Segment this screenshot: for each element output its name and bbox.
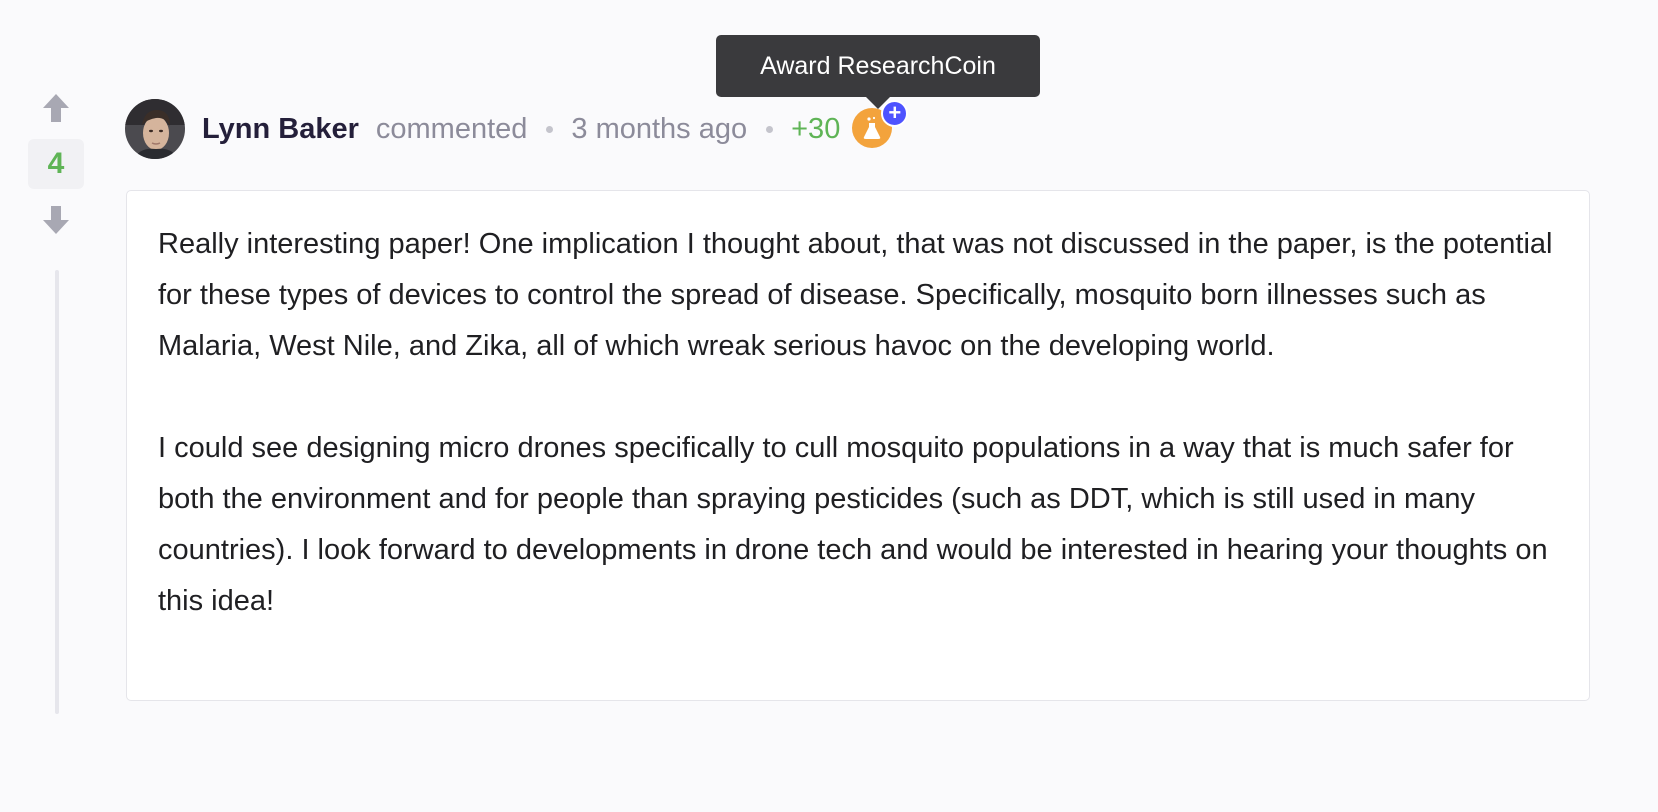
separator-dot bbox=[546, 125, 554, 133]
downvote-button[interactable] bbox=[28, 198, 84, 242]
separator-dot bbox=[766, 125, 774, 133]
upvote-button[interactable] bbox=[28, 86, 84, 130]
vote-widget: 4 bbox=[28, 86, 84, 242]
comment-action: commented bbox=[375, 112, 528, 145]
avatar-image bbox=[125, 99, 185, 159]
comment-paragraph: Really interesting paper! One implicatio… bbox=[158, 228, 1553, 362]
thread-line[interactable] bbox=[55, 270, 59, 714]
vote-count: 4 bbox=[28, 139, 84, 189]
award-researchcoin-button[interactable]: + bbox=[852, 100, 909, 150]
comment-paragraph: I could see designing micro drones speci… bbox=[158, 432, 1548, 617]
arrow-up-icon bbox=[43, 94, 69, 122]
award-tooltip: Award ResearchCoin bbox=[716, 35, 1040, 109]
avatar[interactable] bbox=[125, 99, 185, 159]
comment-timestamp: 3 months ago bbox=[571, 112, 748, 145]
comment-body: Really interesting paper! One implicatio… bbox=[126, 190, 1590, 701]
reward-amount: +30 bbox=[791, 112, 841, 145]
comment-header: Lynn Baker commented 3 months ago +30 + bbox=[125, 98, 909, 160]
author-name[interactable]: Lynn Baker bbox=[202, 113, 359, 146]
arrow-down-icon bbox=[43, 206, 69, 234]
